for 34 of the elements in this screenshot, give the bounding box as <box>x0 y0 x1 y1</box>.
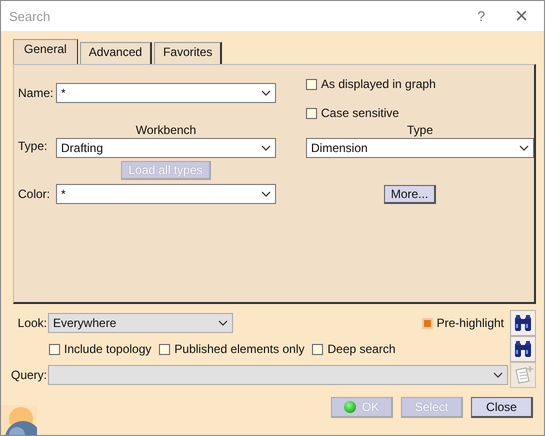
tab[interactable]: General <box>13 39 78 64</box>
column-heading: Workbench <box>134 123 198 137</box>
close-button[interactable]: × <box>515 5 528 27</box>
field-label: Query: <box>10 368 47 382</box>
checkbox-label: Include topology <box>64 342 152 356</box>
field-label: Type: <box>18 139 48 153</box>
checkbox[interactable] <box>306 108 317 118</box>
field-label: Look: <box>16 316 47 330</box>
checkbox-label: Published elements only <box>174 342 304 356</box>
look-combo[interactable]: Everywhere <box>48 313 233 333</box>
checkbox-label: Deep search <box>327 342 396 356</box>
field-label: Color: <box>18 187 52 201</box>
checkbox[interactable] <box>159 344 170 354</box>
search-icon[interactable] <box>510 310 536 336</box>
checkbox[interactable] <box>49 344 60 354</box>
column-heading: Type <box>406 123 434 137</box>
checkbox-label: Pre-highlight <box>436 316 504 330</box>
status-dot-icon <box>344 401 356 413</box>
tab[interactable]: Advanced <box>80 42 152 64</box>
checkbox[interactable] <box>306 78 317 90</box>
dialog-button[interactable]: Close <box>471 397 533 418</box>
checkbox-label: Case sensitive <box>321 106 400 120</box>
workbench-combo[interactable]: Drafting <box>56 138 276 158</box>
tab[interactable]: Favorites <box>154 42 222 64</box>
checkbox[interactable] <box>312 344 324 354</box>
color-combo[interactable]: * <box>56 184 276 204</box>
window-title: Search <box>9 8 52 24</box>
field-label: Name: <box>18 86 54 100</box>
help-button[interactable]: ? <box>477 8 486 24</box>
type-combo[interactable]: Dimension <box>306 138 534 158</box>
checkbox-label: As displayed in graph <box>321 77 436 91</box>
name-combo[interactable]: * <box>56 82 276 102</box>
search-icon[interactable] <box>510 336 536 362</box>
more-button[interactable]: More... <box>384 184 436 204</box>
